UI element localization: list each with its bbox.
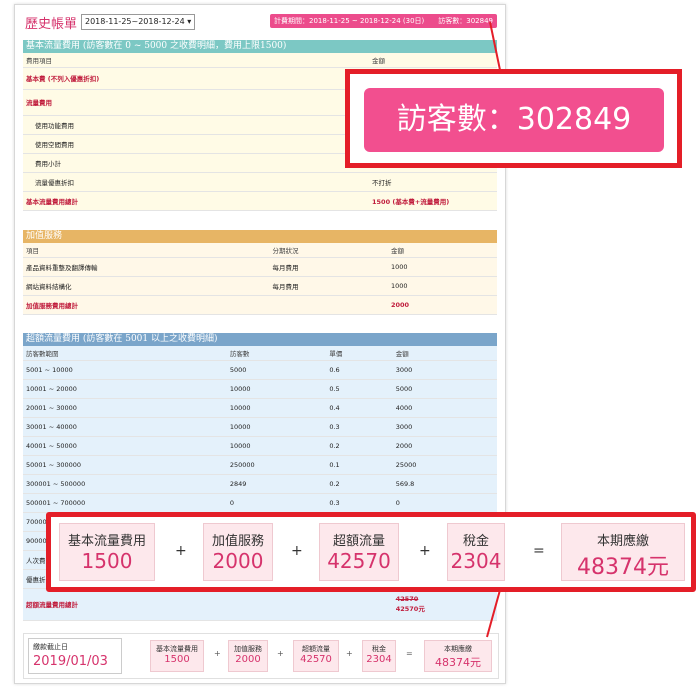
plus-operator: +: [419, 543, 431, 559]
summary-callout: 基本流量費用 1500 + 加值服務 2000 + 超額流量 42570 + 稅金 23…: [46, 512, 696, 592]
plus-operator: +: [291, 543, 303, 559]
callout-item-value: 2000: [212, 549, 264, 573]
connector-line: [486, 589, 501, 638]
callout-item-label: 加值服務: [211, 534, 264, 549]
callout-item-label: 本期應繳: [596, 534, 649, 549]
callout-total-due: 本期應繳 48374元: [561, 523, 685, 581]
equals-operator: =: [533, 543, 545, 559]
plus-operator: +: [175, 543, 187, 559]
callout-item-label: 基本流量費用: [67, 534, 146, 549]
callout-item-value: 2304: [450, 549, 502, 573]
callout-overage: 超額流量 42570: [319, 523, 399, 581]
callout-item-label: 稅金: [462, 534, 489, 549]
callout-item-value: 48374元: [577, 555, 669, 580]
callout-item-value: 42570: [327, 549, 391, 573]
callout-item-value: 1500: [81, 549, 133, 573]
callout-vas: 加值服務 2000: [203, 523, 273, 581]
connector-line: [489, 21, 501, 71]
callout-item-label: 超額流量: [332, 534, 385, 549]
visitor-count-callout: 訪客數：302849: [345, 69, 682, 168]
visitor-count-pill: 訪客數：302849: [364, 88, 664, 152]
callout-tax: 稅金 2304: [447, 523, 505, 581]
callout-basic-fee: 基本流量費用 1500: [59, 523, 155, 581]
